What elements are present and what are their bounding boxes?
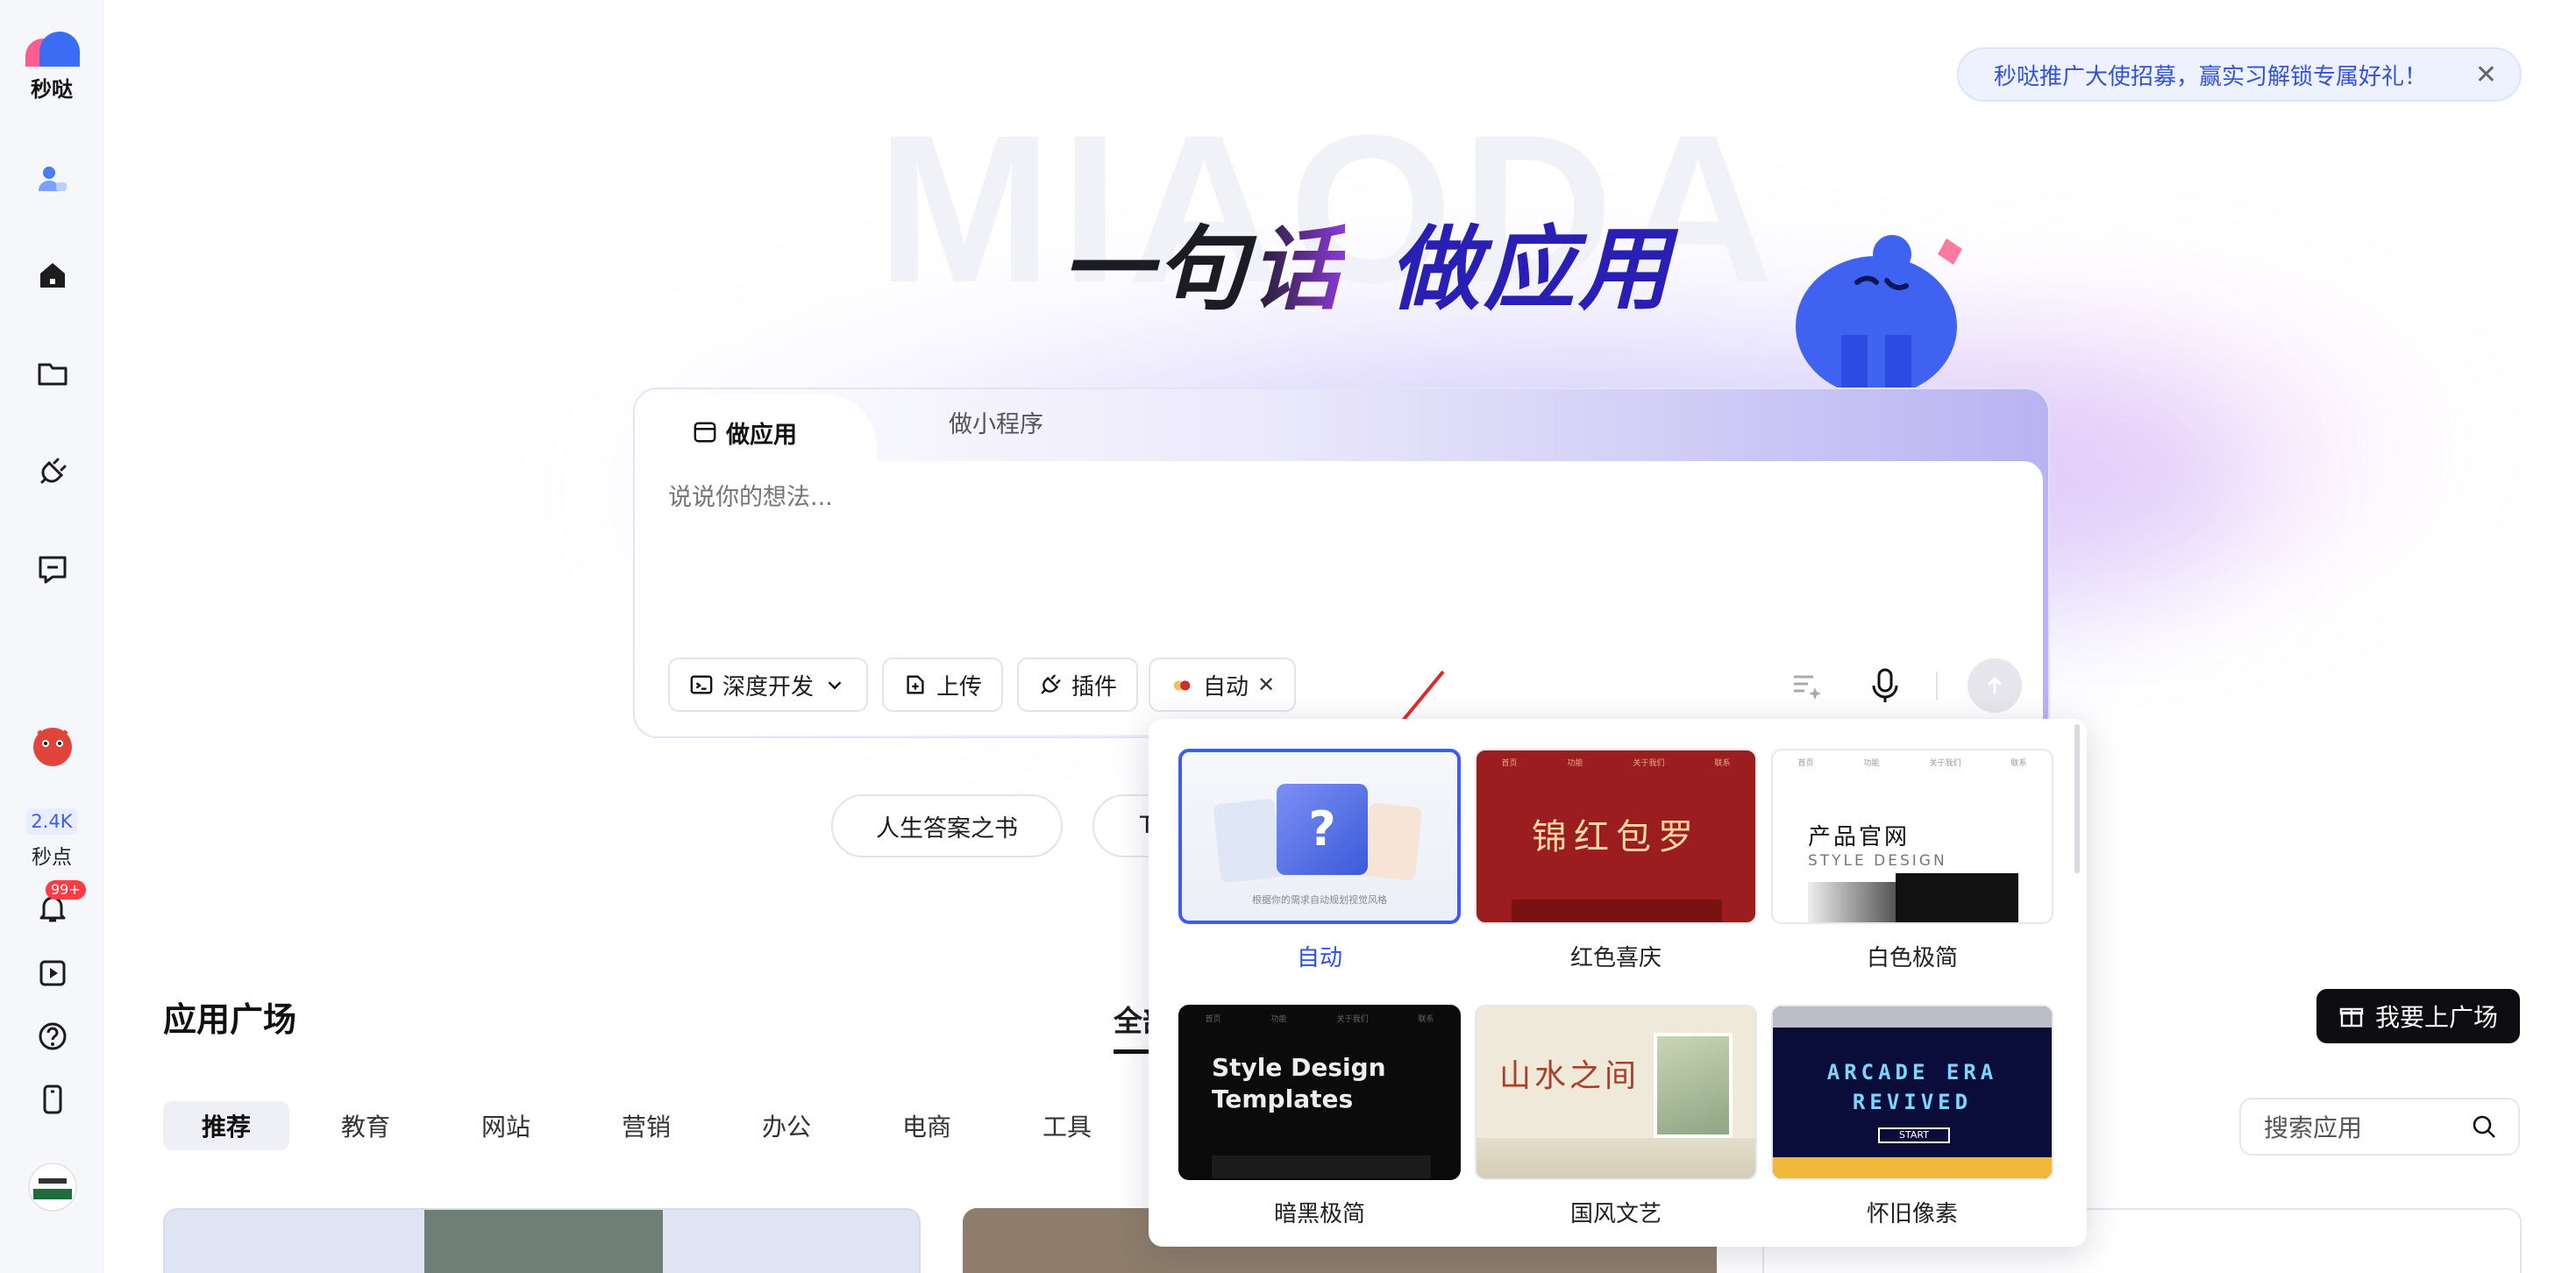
publish-to-plaza-button[interactable]: 我要上广场 [2316,989,2520,1043]
upload-icon [907,675,924,694]
style-thumb-title: 山水之间 [1499,1058,1640,1094]
plugin-chip-icon [1041,674,1061,694]
style-option-dark-minimal[interactable]: 首页 功能 关于我们 联系 Style Design Templates 暗黑极简 [1178,1005,1461,1228]
style-thumb-sub: START [1878,1127,1950,1143]
folder-icon[interactable] [32,352,74,395]
scrollbar[interactable] [2074,724,2080,873]
upload-button[interactable]: 上传 [882,658,1004,712]
style-thumb-title: 锦红包罗 [1532,817,1700,857]
arrow-up-icon [1987,676,2003,693]
style-option-label: 国风文艺 [1569,1201,1662,1227]
microphone-icon[interactable] [1868,666,1903,705]
publish-to-plaza-label: 我要上广场 [2374,1003,2498,1032]
plaza-title: 应用广场 [163,1000,297,1039]
plugin-button[interactable]: 插件 [1017,658,1139,712]
help-icon[interactable] [32,1015,74,1057]
category-tab[interactable]: 教育 [317,1101,414,1150]
tab-make-miniprogram[interactable]: 做小程序 [949,405,1043,439]
style-option-label: 暗黑极简 [1273,1201,1365,1227]
hero-title-part2: 话 [1250,216,1346,323]
app-window-icon [694,422,716,443]
points-label: 秒点 [32,846,72,869]
category-tab[interactable]: 推荐 [163,1101,289,1150]
close-icon[interactable]: ✕ [2475,60,2497,90]
style-option-red-festive[interactable]: 首页 功能 关于我们 联系 锦红包罗 红色喜庆 [1475,749,1757,972]
code-window-icon [690,675,713,694]
style-option-label: 自动 [1296,945,1342,971]
hero-title-part1: 一句 [1061,216,1251,323]
prompt-input[interactable] [668,484,1896,511]
tab-make-app[interactable]: 做应用 [640,395,877,470]
app-name: 秒哒 [31,77,73,102]
promo-banner[interactable]: 秒哒推广大使招募，赢实习解锁专属好礼！ ✕ [1957,47,2522,102]
category-tab[interactable]: 营销 [598,1101,694,1150]
style-option-auto[interactable]: ? 根据你的需求自动规划视觉风格 自动 [1178,749,1461,972]
style-auto-label: 自动 [1203,673,1249,701]
divider [1936,672,1938,700]
promo-banner-text: 秒哒推广大使招募，赢实习解锁专属好礼！ [1994,63,2428,90]
upload-label: 上传 [936,673,983,701]
category-tab[interactable]: 网站 [458,1101,554,1150]
plugin-icon[interactable] [32,451,74,493]
hero-title-part3: 做应用 [1389,216,1674,323]
search-apps-field[interactable]: 搜索应用 [2239,1098,2520,1156]
style-auto-chip[interactable]: 自动 ✕ [1149,658,1297,712]
style-option-chinese-art[interactable]: 山水之间 国风文艺 [1475,1005,1757,1228]
mobile-icon[interactable] [32,1078,74,1120]
search-icon[interactable] [2471,1113,2497,1140]
plugin-label: 插件 [1071,673,1118,701]
prompt-optimize-icon[interactable] [1789,668,1824,703]
gift-icon [2339,1007,2364,1028]
close-icon[interactable]: ✕ [1257,672,1275,697]
notification-badge: 99+ [46,880,86,900]
suggestion-chip[interactable]: 人生答案之书 [831,794,1063,857]
style-thumb-title: 产品官网 [1808,824,1911,850]
logo-mark-icon [24,32,80,67]
style-thumb-title: ARCADE ERA REVIVED [1826,1060,1998,1114]
mascot-illustration [1780,230,1999,396]
style-picker-popup: ? 根据你的需求自动规划视觉风格 自动 首页 功能 关于我们 联系 锦红包罗 红色喜庆… [1149,719,2087,1247]
category-tab[interactable]: 电商 [879,1101,975,1150]
style-option-white-minimal[interactable]: 首页 功能 关于我们 联系 产品官网 STYLE DESIGN 白色极简 [1771,749,2053,972]
mascot-avatar-icon[interactable] [26,719,79,772]
app-card-preview[interactable] [163,1208,921,1273]
hero-title: 一句话 做应用 [1061,195,1673,327]
category-tab[interactable]: 办公 [738,1101,835,1150]
style-option-label: 怀旧像素 [1866,1201,1958,1227]
style-option-label: 红色喜庆 [1569,945,1662,971]
style-dots-icon [1173,680,1191,691]
app-logo[interactable]: 秒哒 [21,32,82,110]
tab-make-app-label: 做应用 [726,421,797,449]
deep-dev-label: 深度开发 [722,673,815,701]
feedback-icon[interactable] [32,549,74,591]
search-apps-placeholder: 搜索应用 [2264,1113,2363,1142]
video-icon[interactable] [32,952,74,994]
user-avatar[interactable] [28,1163,77,1212]
points-count: 2.4K [26,808,77,835]
chevron-down-icon [828,681,842,690]
category-tab[interactable]: 工具 [1019,1101,1115,1150]
profile-icon[interactable] [32,158,74,200]
send-button[interactable] [1968,658,2022,713]
sidebar: 秒哒 2.4K 秒点 99+ [0,0,103,1273]
deep-dev-dropdown[interactable]: 深度开发 [668,658,869,712]
style-thumb-title: Style Design Templates [1212,1053,1386,1113]
style-auto-caption: 根据你的需求自动规划视觉风格 [1252,894,1387,906]
style-option-retro-pixel[interactable]: ARCADE ERA REVIVED START 怀旧像素 [1771,1005,2053,1228]
style-option-label: 白色极简 [1866,945,1958,971]
style-thumb-sub: STYLE DESIGN [1808,852,1947,870]
question-icon: ? [1277,784,1368,875]
home-icon[interactable] [32,254,74,296]
